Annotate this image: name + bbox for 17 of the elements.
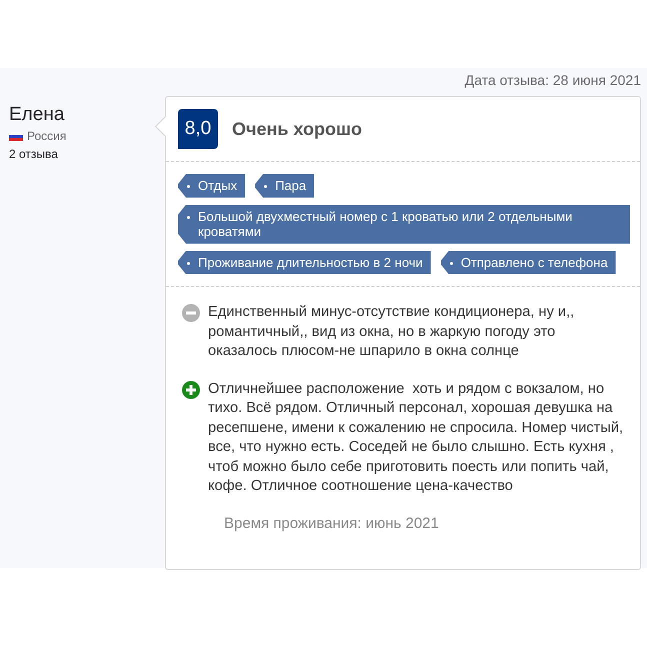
comment-text: Единственный минус-отсутствие кондиционера, ну и,, романтичный,, вид из окна, но в жаркую погоду это оказалось плюсом-не шпарило в окна солнце xyxy=(208,303,576,362)
comment-text: Отличнейшее расположение хоть и рядом с вокзалом, но тихо. Всё рядом. Отличный персонал, хорошая девушка на ресепшене, имени к сожалению не спросила. Номер чистый, все, что нужно есть. Соседей не было слышно. Есть кухня , чтоб можно было себе приготовить поесть или попить чай, кофе. Отличное соотношение цена-качество xyxy=(208,380,624,496)
review-count: 2 отзыва xyxy=(9,147,59,161)
tag: Большой двухместный номер с 1 кроватью или 2 отдельными кроватями xyxy=(178,204,630,244)
reviewer-name: Елена xyxy=(9,104,66,126)
tag: Отдых xyxy=(178,174,246,198)
score-badge: 8,0 xyxy=(178,109,218,149)
stay-period: Время проживания: июнь 2021 xyxy=(223,514,440,532)
tag: Проживание длительностью в 2 ночи xyxy=(178,250,431,274)
score-label: Очень хорошо xyxy=(232,118,362,140)
tag: Отправлено с телефона xyxy=(440,250,616,274)
tag: Пара xyxy=(255,174,314,198)
review-date: Дата отзыва: 28 июня 2021 xyxy=(464,72,641,88)
reviewer-country: Россия xyxy=(27,129,66,143)
flag-icon xyxy=(9,132,23,140)
minus-icon xyxy=(182,304,200,322)
plus-icon xyxy=(182,380,200,399)
